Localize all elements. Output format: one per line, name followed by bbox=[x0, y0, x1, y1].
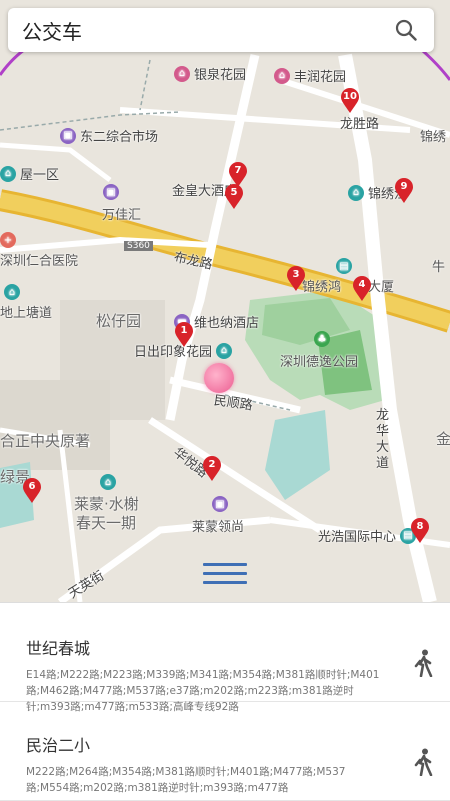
residence-icon: ⌂ bbox=[174, 65, 190, 82]
label-laimeng-shuixie: 莱蒙·水榭 bbox=[74, 495, 139, 513]
bus-stop-pin[interactable]: 9 bbox=[394, 178, 414, 204]
poi-dishangtang[interactable]: ⌂ bbox=[4, 284, 24, 300]
road-longsheng: 龙胜路 bbox=[340, 117, 380, 132]
bus-stop-pin[interactable]: 4 bbox=[352, 276, 372, 302]
stop-routes: M222路;M264路;M354路;M381路顺时针;M401路;M477路;M… bbox=[26, 766, 346, 794]
residence-icon: ⌂ bbox=[216, 342, 233, 359]
bus-stop-pin[interactable]: 8 bbox=[410, 518, 430, 544]
menu-line bbox=[203, 572, 247, 575]
poi-market[interactable]: ▣ 东二综合市场 bbox=[60, 126, 158, 145]
bus-stop-pin[interactable]: 6 bbox=[22, 478, 42, 504]
label-jinxiu: 锦绣 bbox=[420, 130, 447, 145]
stop-name: 世纪春城 bbox=[26, 639, 91, 658]
menu-line bbox=[203, 581, 247, 584]
label-deyi-park: 深圳德逸公园 bbox=[280, 355, 359, 370]
menu-line bbox=[203, 563, 247, 566]
bus-stop-pin[interactable]: 10 bbox=[340, 88, 360, 114]
residence-icon: ⌂ bbox=[4, 284, 20, 300]
poi-park-icon[interactable]: ♣ bbox=[314, 331, 334, 347]
bus-stop-pin[interactable]: 7 bbox=[228, 162, 248, 188]
poi-laimeng-icon[interactable]: ⌂ bbox=[100, 474, 120, 490]
list-item[interactable]: 世纪春城 E14路;M222路;M223路;M339路;M341路;M354路;… bbox=[0, 603, 450, 713]
residence-icon: ⌂ bbox=[0, 165, 16, 182]
stop-name: 民治二小 bbox=[26, 736, 91, 755]
search-icon bbox=[395, 19, 417, 41]
current-location-marker bbox=[204, 363, 234, 393]
label-dishangtang: 地上塘道 bbox=[0, 306, 53, 321]
bus-stop-pin[interactable]: 2 bbox=[202, 456, 222, 482]
label-songziyuan: 松仔园 bbox=[96, 312, 142, 330]
bus-stop-pin[interactable]: 3 bbox=[286, 266, 306, 292]
residence-icon: ⌂ bbox=[274, 67, 290, 84]
label-hospital: 深圳仁合医院 bbox=[0, 254, 79, 269]
label-jin: 金 bbox=[436, 430, 450, 448]
highway-badge: S360 bbox=[124, 241, 153, 251]
label-hezheng: 合正中央原著 bbox=[0, 432, 91, 450]
bus-stop-pin[interactable]: 1 bbox=[174, 322, 194, 348]
walk-icon[interactable] bbox=[412, 649, 434, 677]
poi-hospital[interactable]: + bbox=[0, 232, 20, 248]
label-jinxiuhong: 锦绣鸿 bbox=[302, 280, 342, 295]
shop-icon: ▣ bbox=[103, 184, 119, 200]
stop-list: 世纪春城 E14路;M222路;M223路;M339路;M341路;M354路;… bbox=[0, 602, 450, 801]
list-item[interactable]: 民治二小 M222路;M264路;M354路;M381路顺时针;M401路;M4… bbox=[0, 702, 450, 801]
poi-jinxiuhong[interactable]: ▤ bbox=[336, 258, 356, 274]
poi-yinquan[interactable]: ⌂ 银泉花园 bbox=[174, 64, 246, 83]
market-icon: ▣ bbox=[60, 127, 76, 144]
park-icon: ♣ bbox=[314, 331, 330, 347]
poi-wanjiahui[interactable]: ▣ bbox=[103, 184, 123, 200]
label-chuntian: 春天一期 bbox=[76, 514, 137, 532]
label-laimeng-lingshang: 莱蒙领尚 bbox=[192, 520, 245, 535]
label-wanjiahui: 万佳汇 bbox=[102, 208, 142, 223]
residence-icon: ⌂ bbox=[100, 474, 116, 490]
menu-button[interactable] bbox=[203, 563, 247, 593]
label-niu: 牛 bbox=[432, 260, 446, 275]
poi-wuyiqu[interactable]: ⌂ 屋一区 bbox=[0, 164, 59, 183]
search-bar[interactable]: 公交车 bbox=[8, 8, 434, 52]
walk-icon[interactable] bbox=[412, 748, 434, 776]
residence-icon: ⌂ bbox=[348, 184, 364, 201]
building-icon: ▤ bbox=[336, 258, 352, 274]
map-view[interactable]: ⌂ 银泉花园 ⌂ 丰润花园 龙胜路 锦绣 ▣ 东二综合市场 ⌂ 屋一区 金皇大酒店 ⌂ 锦… bbox=[0, 0, 450, 602]
poi-laimeng-lingshang-icon[interactable]: ▣ bbox=[212, 496, 232, 512]
search-button[interactable] bbox=[392, 16, 420, 44]
shop-icon: ▣ bbox=[212, 496, 228, 512]
poi-guanghao[interactable]: 光浩国际中心 ▤ bbox=[318, 526, 420, 545]
hospital-icon: + bbox=[0, 232, 16, 248]
poi-fengrun[interactable]: ⌂ 丰润花园 bbox=[274, 66, 346, 85]
road-longhua: 龙华大道 bbox=[376, 408, 390, 471]
page-title: 公交车 bbox=[22, 19, 82, 44]
